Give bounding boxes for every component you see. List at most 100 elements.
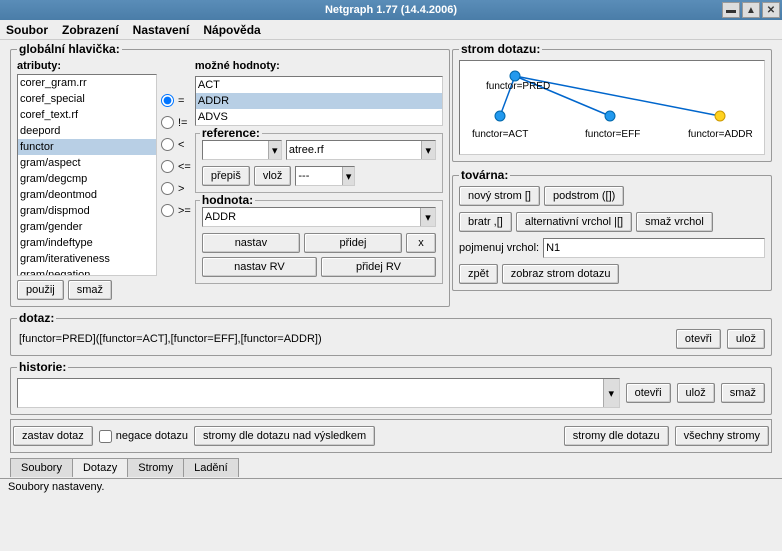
dropdown-icon[interactable]: ▾ [603, 379, 619, 407]
smaz-button[interactable]: smaž [68, 280, 112, 300]
strom-dotazu-legend: strom dotazu: [459, 42, 542, 56]
dotaz-uloz-button[interactable]: ulož [727, 329, 765, 349]
smaz-vrchol-button[interactable]: smaž vrchol [636, 212, 713, 232]
menu-nastaveni[interactable]: Nastavení [133, 23, 190, 37]
menu-soubor[interactable]: Soubor [6, 23, 48, 37]
stromy-dle-button[interactable]: stromy dle dotazu [564, 426, 669, 446]
list-item[interactable]: coref_special [18, 91, 156, 107]
operator-radio[interactable]: < [161, 138, 191, 151]
tovarna-legend: továrna: [459, 168, 510, 182]
zpet-button[interactable]: zpět [459, 264, 498, 284]
menu-zobrazeni[interactable]: Zobrazení [62, 23, 119, 37]
nastav-button[interactable]: nastav [202, 233, 300, 253]
list-item[interactable]: corer_gram.rr [18, 75, 156, 91]
negace-checkbox[interactable]: negace dotazu [99, 430, 188, 443]
action-bar: zastav dotaz negace dotazu stromy dle do… [10, 419, 772, 453]
strom-dotazu-fieldset: strom dotazu: functor=PRED functor=ACT f… [452, 42, 772, 162]
list-item[interactable]: gram/indeftype [18, 235, 156, 251]
dropdown-icon[interactable]: ▾ [421, 141, 435, 159]
historie-smaz-button[interactable]: smaž [721, 383, 765, 403]
reference-input-1[interactable] [203, 141, 268, 159]
tab-ladeni[interactable]: Ladění [183, 458, 239, 477]
list-item[interactable]: gram/deontmod [18, 187, 156, 203]
historie-legend: historie: [17, 360, 68, 374]
historie-combo[interactable]: ▾ [17, 378, 620, 408]
dashes-combo[interactable]: ▾ [295, 166, 355, 186]
pojmenuj-input[interactable] [543, 238, 765, 258]
tree-canvas[interactable]: functor=PRED functor=ACT functor=EFF fun… [459, 60, 765, 155]
menu-bar: Soubor Zobrazení Nastavení Nápověda [0, 20, 782, 40]
dropdown-icon[interactable]: ▾ [342, 167, 355, 185]
dotaz-fieldset: dotaz: [functor=PRED]([functor=ACT],[fun… [10, 311, 772, 356]
historie-uloz-button[interactable]: ulož [677, 383, 715, 403]
novy-strom-button[interactable]: nový strom [] [459, 186, 540, 206]
tab-dotazy[interactable]: Dotazy [72, 458, 128, 477]
pojmenuj-label: pojmenuj vrchol: [459, 242, 539, 254]
list-item[interactable]: ADDR [196, 93, 442, 109]
historie-fieldset: historie: ▾ otevři ulož smaž [10, 360, 772, 415]
operator-radio[interactable]: != [161, 116, 191, 129]
close-button[interactable]: ✕ [762, 2, 780, 18]
list-item[interactable]: gram/degcmp [18, 171, 156, 187]
operator-radios: = != < <= > >= [161, 60, 191, 217]
list-item[interactable]: gram/dispmod [18, 203, 156, 219]
operator-radio[interactable]: = [161, 94, 191, 107]
list-item[interactable]: gram/iterativeness [18, 251, 156, 267]
dashes-input[interactable] [296, 167, 341, 185]
list-item[interactable]: ACT [196, 77, 442, 93]
list-item[interactable]: ADVS [196, 109, 442, 125]
historie-input[interactable] [18, 384, 603, 402]
pouzij-button[interactable]: použij [17, 280, 64, 300]
title-bar: Netgraph 1.77 (14.4.2006) ▬ ▲ ✕ [0, 0, 782, 20]
tree-node-eff: functor=EFF [585, 129, 640, 140]
mozne-hodnoty-label: možné hodnoty: [195, 60, 443, 72]
dotaz-text: [functor=PRED]([functor=ACT],[functor=EF… [17, 331, 670, 347]
list-item[interactable]: deepord [18, 123, 156, 139]
list-item[interactable]: gram/negation [18, 267, 156, 276]
mozne-hodnoty-list[interactable]: ACTADDRADVS [195, 76, 443, 126]
reference-field-1[interactable]: ▾ [202, 140, 282, 160]
pridej-rv-button[interactable]: přidej RV [321, 257, 436, 277]
zastav-dotaz-button[interactable]: zastav dotaz [13, 426, 93, 446]
list-item[interactable]: gram/gender [18, 219, 156, 235]
tree-node-act: functor=ACT [472, 129, 528, 140]
tovarna-fieldset: továrna: nový strom [] podstrom ([]) bra… [452, 168, 772, 291]
hodnota-combo[interactable]: ▾ [202, 207, 436, 227]
dropdown-icon[interactable]: ▾ [420, 208, 435, 226]
hodnota-label: hodnota: [200, 193, 255, 207]
podstrom-button[interactable]: podstrom ([]) [544, 186, 624, 206]
x-button[interactable]: x [406, 233, 436, 253]
nastav-rv-button[interactable]: nastav RV [202, 257, 317, 277]
maximize-button[interactable]: ▲ [742, 2, 760, 18]
status-bar: Soubory nastaveny. [0, 478, 782, 495]
operator-radio[interactable]: >= [161, 204, 191, 217]
operator-radio[interactable]: <= [161, 160, 191, 173]
alt-vrchol-button[interactable]: alternativní vrchol |[] [516, 212, 632, 232]
list-item[interactable]: coref_text.rf [18, 107, 156, 123]
historie-otevri-button[interactable]: otevři [626, 383, 671, 403]
tab-bar: Soubory Dotazy Stromy Ladění [10, 457, 772, 476]
reference-field-2[interactable]: ▾ [286, 140, 436, 160]
reference-input-2[interactable] [287, 141, 421, 159]
tab-stromy[interactable]: Stromy [127, 458, 184, 477]
list-item[interactable]: functor [18, 139, 156, 155]
hodnota-input[interactable] [203, 208, 420, 226]
list-item[interactable]: gram/aspect [18, 155, 156, 171]
pridej-button[interactable]: přidej [304, 233, 402, 253]
prepis-button[interactable]: přepiš [202, 166, 250, 186]
stromy-vysledkem-button[interactable]: stromy dle dotazu nad výsledkem [194, 426, 375, 446]
tree-node-root: functor=PRED [486, 81, 550, 92]
menu-napoveda[interactable]: Nápověda [203, 23, 260, 37]
vsechny-stromy-button[interactable]: všechny stromy [675, 426, 769, 446]
atributy-label: atributy: [17, 60, 157, 72]
dotaz-otevri-button[interactable]: otevři [676, 329, 721, 349]
tab-soubory[interactable]: Soubory [10, 458, 73, 477]
zobraz-strom-button[interactable]: zobraz strom dotazu [502, 264, 620, 284]
bratr-button[interactable]: bratr ,[] [459, 212, 512, 232]
minimize-button[interactable]: ▬ [722, 2, 740, 18]
operator-radio[interactable]: > [161, 182, 191, 195]
vloz-button[interactable]: vlož [254, 166, 292, 186]
atributy-list[interactable]: corer_gram.rrcoref_specialcoref_text.rfd… [17, 74, 157, 276]
dropdown-icon[interactable]: ▾ [268, 141, 281, 159]
window-title: Netgraph 1.77 (14.4.2006) [325, 4, 457, 16]
